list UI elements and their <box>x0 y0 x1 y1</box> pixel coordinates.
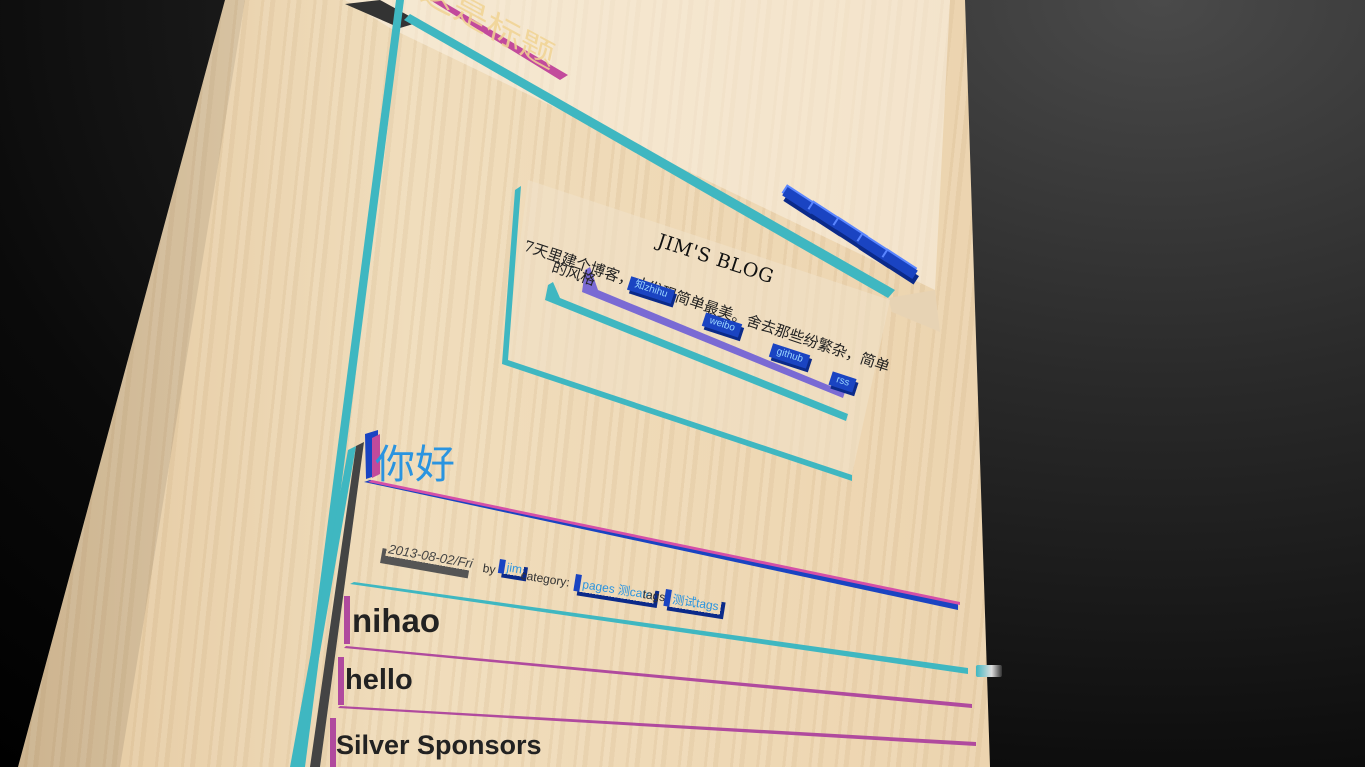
list-item-marker <box>344 596 350 644</box>
list-item-nihao[interactable]: nihao <box>352 602 440 640</box>
list-item-marker <box>338 657 344 705</box>
list-item-hello[interactable]: hello <box>345 664 413 697</box>
list-item-silver-sponsors[interactable]: Silver Sponsors <box>336 730 542 761</box>
post-by-label: by <box>481 561 497 577</box>
post-title[interactable]: 你好 <box>375 432 455 490</box>
scrollbar-handle[interactable] <box>976 665 1002 677</box>
